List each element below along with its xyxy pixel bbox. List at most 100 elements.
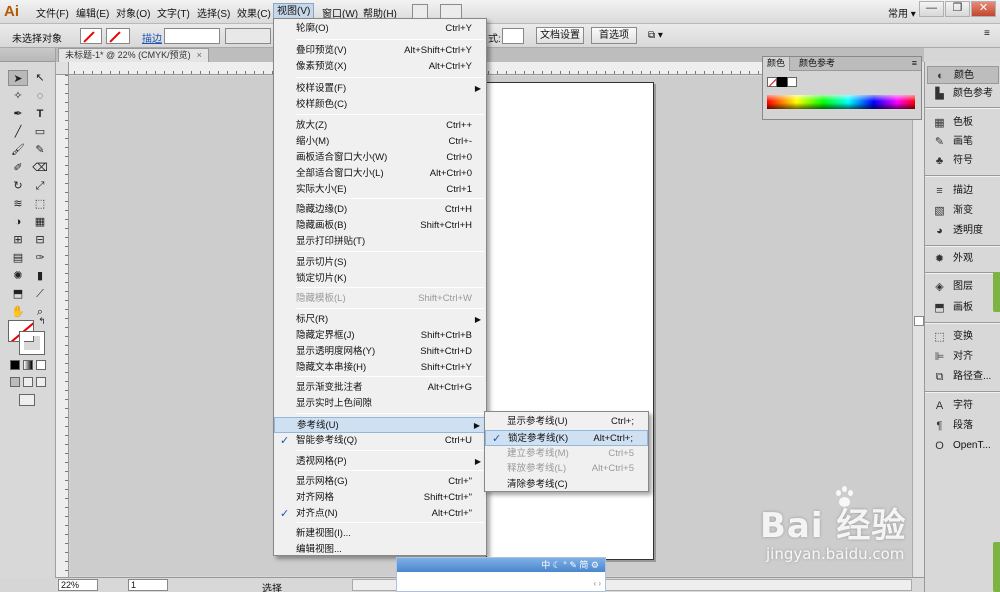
dock-item-swatches[interactable]: ▦ 色板: [927, 114, 999, 132]
dock-item-appearance[interactable]: ✹ 外观: [927, 250, 999, 268]
artboard-number-field[interactable]: 1: [128, 579, 168, 591]
guides-menu-item[interactable]: 建立参考线(M) Ctrl+5: [485, 446, 648, 462]
minimize-button[interactable]: —: [919, 1, 944, 17]
view-menu-item[interactable]: 新建视图(I)...: [274, 526, 486, 542]
ruler-origin[interactable]: [56, 62, 69, 75]
ime-status[interactable]: 中 ☾ ° ✎ 简 ⚙: [397, 558, 605, 572]
view-menu-item[interactable]: 放大(Z) Ctrl++: [274, 118, 486, 134]
artboard-tool-icon[interactable]: ⬒: [8, 286, 28, 302]
tab-color[interactable]: 颜色: [763, 57, 791, 71]
live-paint-tool-icon[interactable]: ▦: [30, 214, 50, 230]
shape-builder-tool-icon[interactable]: ◑: [8, 214, 28, 230]
view-menu-item[interactable]: 缩小(M) Ctrl+-: [274, 134, 486, 150]
view-menu-item[interactable]: 校样颜色(C): [274, 97, 486, 113]
line-tool-icon[interactable]: ╱: [8, 124, 28, 140]
restore-button[interactable]: ❐: [945, 1, 970, 17]
stroke-weight-field[interactable]: [164, 28, 220, 44]
pen-tool-icon[interactable]: ✒: [8, 106, 28, 122]
draw-normal-icon[interactable]: [10, 377, 20, 387]
stroke-link[interactable]: 描边: [142, 30, 162, 45]
dock-item-color-guide[interactable]: ▙ 颜色参考: [927, 85, 999, 103]
dock-item-transform[interactable]: ⬚ 变换: [927, 328, 999, 346]
menu-edit[interactable]: 编辑(E): [76, 5, 109, 20]
workspace-switcher[interactable]: 常用 ▾: [888, 5, 916, 20]
gradient-mode-icon[interactable]: [23, 360, 33, 370]
side-tab-handle[interactable]: [993, 272, 1000, 312]
dock-item-stroke[interactable]: ≡ 描边: [927, 182, 999, 200]
dock-item-symbols[interactable]: ♣ 符号: [927, 152, 999, 170]
black-swatch[interactable]: [777, 77, 787, 87]
view-menu-item[interactable]: 显示实时上色间隙: [274, 396, 486, 412]
view-menu-item[interactable]: 叠印预览(V) Alt+Shift+Ctrl+Y: [274, 43, 486, 59]
guides-menu-item[interactable]: 释放参考线(L) Alt+Ctrl+5: [485, 461, 648, 477]
white-swatch[interactable]: [787, 77, 797, 87]
view-menu-item[interactable]: 隐藏定界框(J) Shift+Ctrl+B: [274, 328, 486, 344]
warp-tool-icon[interactable]: ≋: [8, 196, 28, 212]
view-menu-item[interactable]: 显示打印拼贴(T): [274, 234, 486, 250]
view-menu-item[interactable]: ✓ 智能参考线(Q) Ctrl+U: [274, 433, 486, 449]
view-menu-item[interactable]: 对齐网格 Shift+Ctrl+": [274, 490, 486, 506]
color-mode-icon[interactable]: [10, 360, 20, 370]
slice-tool-icon[interactable]: ⟋: [30, 286, 50, 302]
view-menu-item[interactable]: 校样设置(F) ▶: [274, 81, 486, 97]
panel-menu-icon[interactable]: ≡: [984, 28, 990, 39]
draw-behind-icon[interactable]: [23, 377, 33, 387]
view-menu-item[interactable]: ✓ 对齐点(N) Alt+Ctrl+": [274, 506, 486, 522]
variable-width-field[interactable]: [225, 28, 271, 44]
view-menu-item[interactable]: 参考线(U) ▶: [274, 417, 486, 433]
type-tool-icon[interactable]: T: [30, 106, 50, 122]
view-menu-item[interactable]: 轮廓(O) Ctrl+Y: [274, 21, 486, 37]
zoom-field[interactable]: 22%: [58, 579, 98, 591]
free-transform-tool-icon[interactable]: ⬚: [30, 196, 50, 212]
dock-item-character[interactable]: A 字符: [927, 397, 999, 415]
fill-swatch[interactable]: [80, 28, 102, 44]
dock-item-gradient[interactable]: ▧ 渐变: [927, 202, 999, 220]
view-menu-item[interactable]: 显示网格(G) Ctrl+": [274, 474, 486, 490]
stroke-color-icon[interactable]: [19, 331, 45, 355]
selection-tool-icon[interactable]: ➤: [8, 70, 28, 86]
lasso-tool-icon[interactable]: ◌: [30, 88, 50, 104]
view-menu-item[interactable]: 编辑视图...: [274, 542, 486, 558]
column-graph-tool-icon[interactable]: ▮: [30, 268, 50, 284]
dock-item-pathfinder[interactable]: ⧉ 路径查...: [927, 368, 999, 386]
dock-item-artboards[interactable]: ⬒ 画板: [927, 299, 999, 317]
tab-color-guide[interactable]: 颜色参考: [795, 57, 839, 71]
pencil-tool-icon[interactable]: ✎: [30, 142, 50, 158]
guides-menu-item[interactable]: 清除参考线(C): [485, 477, 648, 493]
mesh-tool-icon[interactable]: ⊟: [30, 232, 50, 248]
swap-colors-icon[interactable]: ↰: [36, 316, 48, 326]
side-tab-handle[interactable]: [993, 542, 1000, 592]
view-menu-item[interactable]: 画板适合窗口大小(W) Ctrl+0: [274, 150, 486, 166]
close-tab-icon[interactable]: ×: [197, 50, 202, 60]
menu-effect[interactable]: 效果(C): [237, 5, 271, 20]
document-setup-button[interactable]: 文档设置: [536, 27, 584, 44]
menu-file[interactable]: 文件(F): [36, 5, 69, 20]
dock-item-layers[interactable]: ◈ 图层: [927, 278, 999, 296]
none-mode-icon[interactable]: [36, 360, 46, 370]
dock-item-brushes[interactable]: ✎ 画笔: [927, 133, 999, 151]
view-menu-item[interactable]: 透视网格(P) ▶: [274, 454, 486, 470]
view-menu-item[interactable]: 显示透明度网格(Y) Shift+Ctrl+D: [274, 344, 486, 360]
menu-select[interactable]: 选择(S): [197, 5, 230, 20]
document-tab[interactable]: 未标题-1* @ 22% (CMYK/预览) ×: [58, 48, 209, 62]
view-menu-item[interactable]: 像素预览(X) Alt+Ctrl+Y: [274, 59, 486, 75]
gradient-tool-icon[interactable]: ▤: [8, 250, 28, 266]
direct-selection-tool-icon[interactable]: ↖: [30, 70, 50, 86]
view-menu-item[interactable]: 全部适合窗口大小(L) Alt+Ctrl+0: [274, 166, 486, 182]
dock-item-transparency[interactable]: ◕ 透明度: [927, 222, 999, 240]
view-menu-item[interactable]: 实际大小(E) Ctrl+1: [274, 182, 486, 198]
none-swatch[interactable]: [767, 77, 777, 87]
view-menu-item[interactable]: 显示渐变批注者 Alt+Ctrl+G: [274, 380, 486, 396]
vertical-scroll-thumb[interactable]: [914, 316, 924, 326]
arrange-icon[interactable]: ⧉ ▾: [648, 30, 663, 41]
eyedropper-tool-icon[interactable]: ✑: [30, 250, 50, 266]
screen-mode-icon[interactable]: [19, 394, 35, 406]
ime-toolbar[interactable]: 中 ☾ ° ✎ 简 ⚙ ‹ ›: [396, 557, 606, 592]
ime-arrows-icon[interactable]: ‹ ›: [593, 579, 601, 588]
tools-panel-grip[interactable]: [0, 48, 55, 62]
stroke-swatch[interactable]: [106, 28, 130, 44]
guides-menu-item[interactable]: ✓ 锁定参考线(K) Alt+Ctrl+;: [485, 430, 648, 446]
view-menu-item[interactable]: 隐藏边缘(D) Ctrl+H: [274, 202, 486, 218]
rotate-tool-icon[interactable]: ↻: [8, 178, 28, 194]
view-menu-item[interactable]: 隐藏画板(B) Shift+Ctrl+H: [274, 218, 486, 234]
